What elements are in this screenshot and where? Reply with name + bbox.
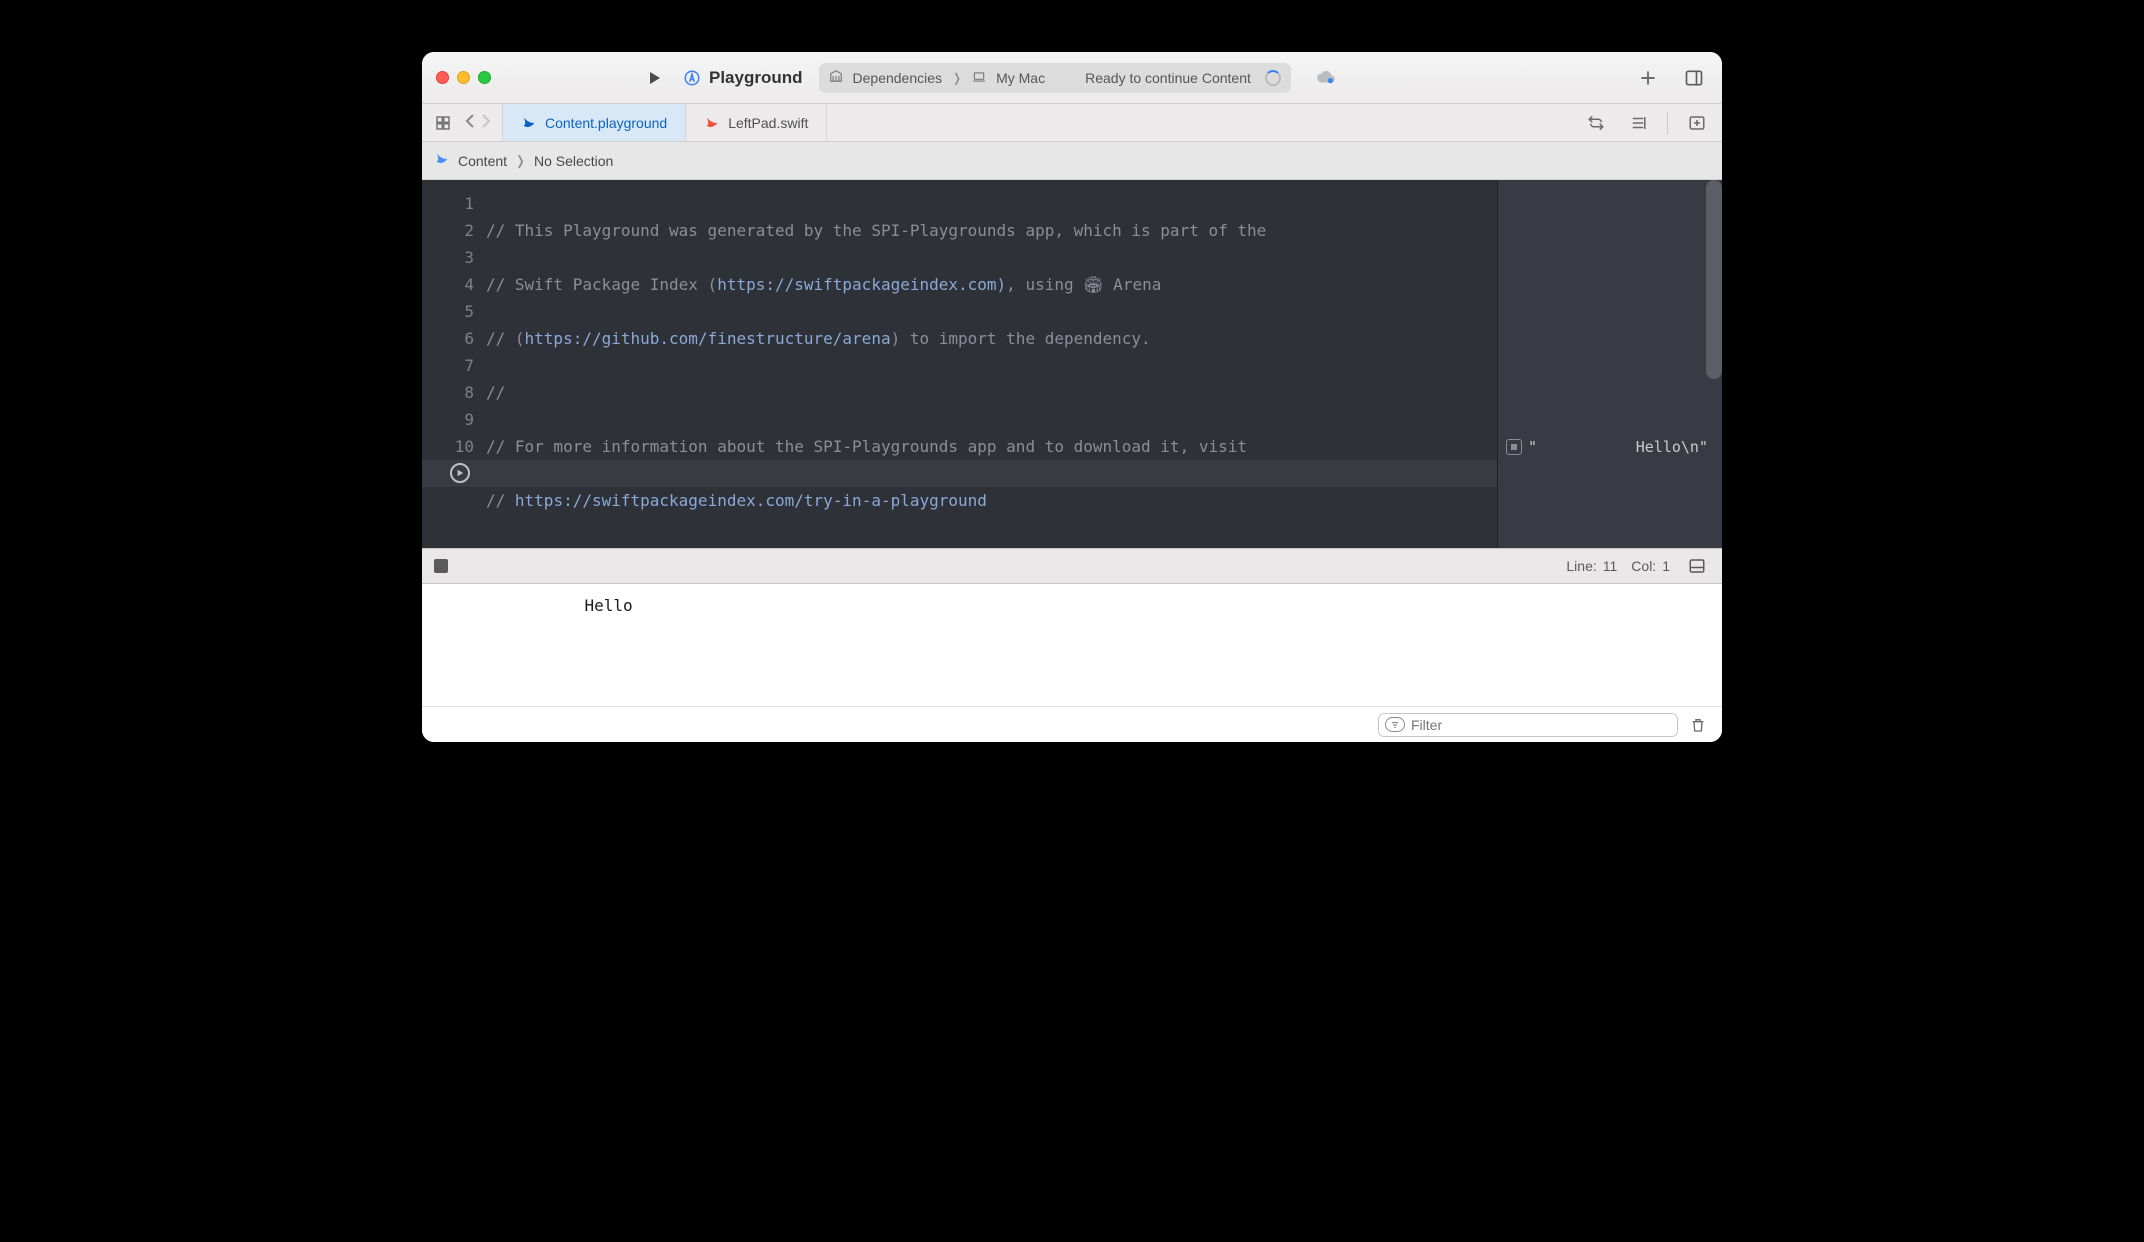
traffic-lights <box>436 71 491 84</box>
line-number: 11 <box>1603 558 1618 574</box>
col-label: Col: <box>1631 558 1656 574</box>
result-prefix: " <box>1528 438 1537 456</box>
swift-icon <box>704 115 720 131</box>
filter-scope-icon[interactable] <box>1385 717 1405 732</box>
tab-label: LeftPad.swift <box>728 115 808 131</box>
close-window-button[interactable] <box>436 71 449 84</box>
code-text[interactable]: // This Playground was generated by the … <box>482 180 1274 548</box>
nav-back-button[interactable] <box>462 114 478 131</box>
run-line-button[interactable] <box>450 463 470 483</box>
counterparts-button[interactable] <box>1583 110 1609 136</box>
app-store-icon <box>683 69 701 87</box>
library-icon <box>829 69 843 86</box>
add-button[interactable] <box>1634 64 1662 92</box>
line-gutter: 1 2 3 4 5 6 7 8 9 10 <box>422 180 482 548</box>
separator <box>1667 112 1668 134</box>
chip-left-label: Dependencies <box>853 70 943 86</box>
related-items-button[interactable] <box>430 110 456 136</box>
line-label: Line: <box>1566 558 1596 574</box>
col-number: 1 <box>1662 558 1670 574</box>
tab-leftpad-swift[interactable]: LeftPad.swift <box>686 104 827 141</box>
quicklook-button[interactable] <box>1506 439 1522 455</box>
xcode-window: Playground Dependencies ❭ My Mac Ready t… <box>422 52 1722 742</box>
chip-target-label: My Mac <box>996 70 1045 86</box>
spinner-icon <box>1265 70 1281 86</box>
titlebar: Playground Dependencies ❭ My Mac Ready t… <box>422 52 1722 104</box>
toggle-inspector-button[interactable] <box>1680 64 1708 92</box>
clear-console-button[interactable] <box>1686 712 1710 738</box>
toggle-debug-panel-button[interactable] <box>1684 553 1710 579</box>
chevron-right-icon: ❭ <box>952 71 962 85</box>
scheme-name: Playground <box>709 68 803 88</box>
run-button[interactable] <box>643 66 667 90</box>
tabbar: Content.playground LeftPad.swift <box>422 104 1722 142</box>
result-text: Hello\n" <box>1543 438 1708 456</box>
result-row[interactable]: " Hello\n" <box>1498 433 1716 460</box>
tab-label: Content.playground <box>545 115 667 131</box>
add-assistant-editor-button[interactable] <box>1684 110 1710 136</box>
toggle-navigator-button[interactable] <box>513 74 521 82</box>
nav-forward-button[interactable] <box>478 114 494 131</box>
console-filter[interactable] <box>1378 713 1678 737</box>
scrollbar[interactable] <box>1706 180 1722 379</box>
status-text: Ready to continue Content <box>1085 70 1251 86</box>
current-line-highlight <box>422 460 1497 487</box>
tab-content-playground[interactable]: Content.playground <box>503 104 686 141</box>
laptop-icon <box>972 70 986 86</box>
console-footer <box>422 706 1722 742</box>
jump-segment-1[interactable]: Content <box>458 153 507 169</box>
minimize-window-button[interactable] <box>457 71 470 84</box>
result-sidebar: " Hello\n" <box>1497 180 1722 548</box>
console-panel: Hello <box>422 584 1722 742</box>
swift-icon <box>521 115 537 131</box>
cloud-status-icon <box>1315 70 1337 86</box>
chevron-right-icon: ❭ <box>515 153 526 169</box>
editor-area: 1 2 3 4 5 6 7 8 9 10 // This Playground … <box>422 180 1722 548</box>
jump-segment-2[interactable]: No Selection <box>534 153 613 169</box>
editor-status-bar: Line: 11 Col: 1 <box>422 548 1722 584</box>
code-editor[interactable]: 1 2 3 4 5 6 7 8 9 10 // This Playground … <box>422 180 1497 548</box>
stop-button[interactable] <box>434 559 448 573</box>
status-chip[interactable]: Dependencies ❭ My Mac Ready to continue … <box>819 63 1291 93</box>
editor-options-button[interactable] <box>1625 110 1651 136</box>
zoom-window-button[interactable] <box>478 71 491 84</box>
scheme-selector[interactable]: Playground <box>683 68 803 88</box>
console-output[interactable]: Hello <box>422 584 1722 706</box>
filter-input[interactable] <box>1411 717 1671 733</box>
jump-bar[interactable]: Content ❭ No Selection <box>422 142 1722 180</box>
swift-icon <box>434 151 450 170</box>
